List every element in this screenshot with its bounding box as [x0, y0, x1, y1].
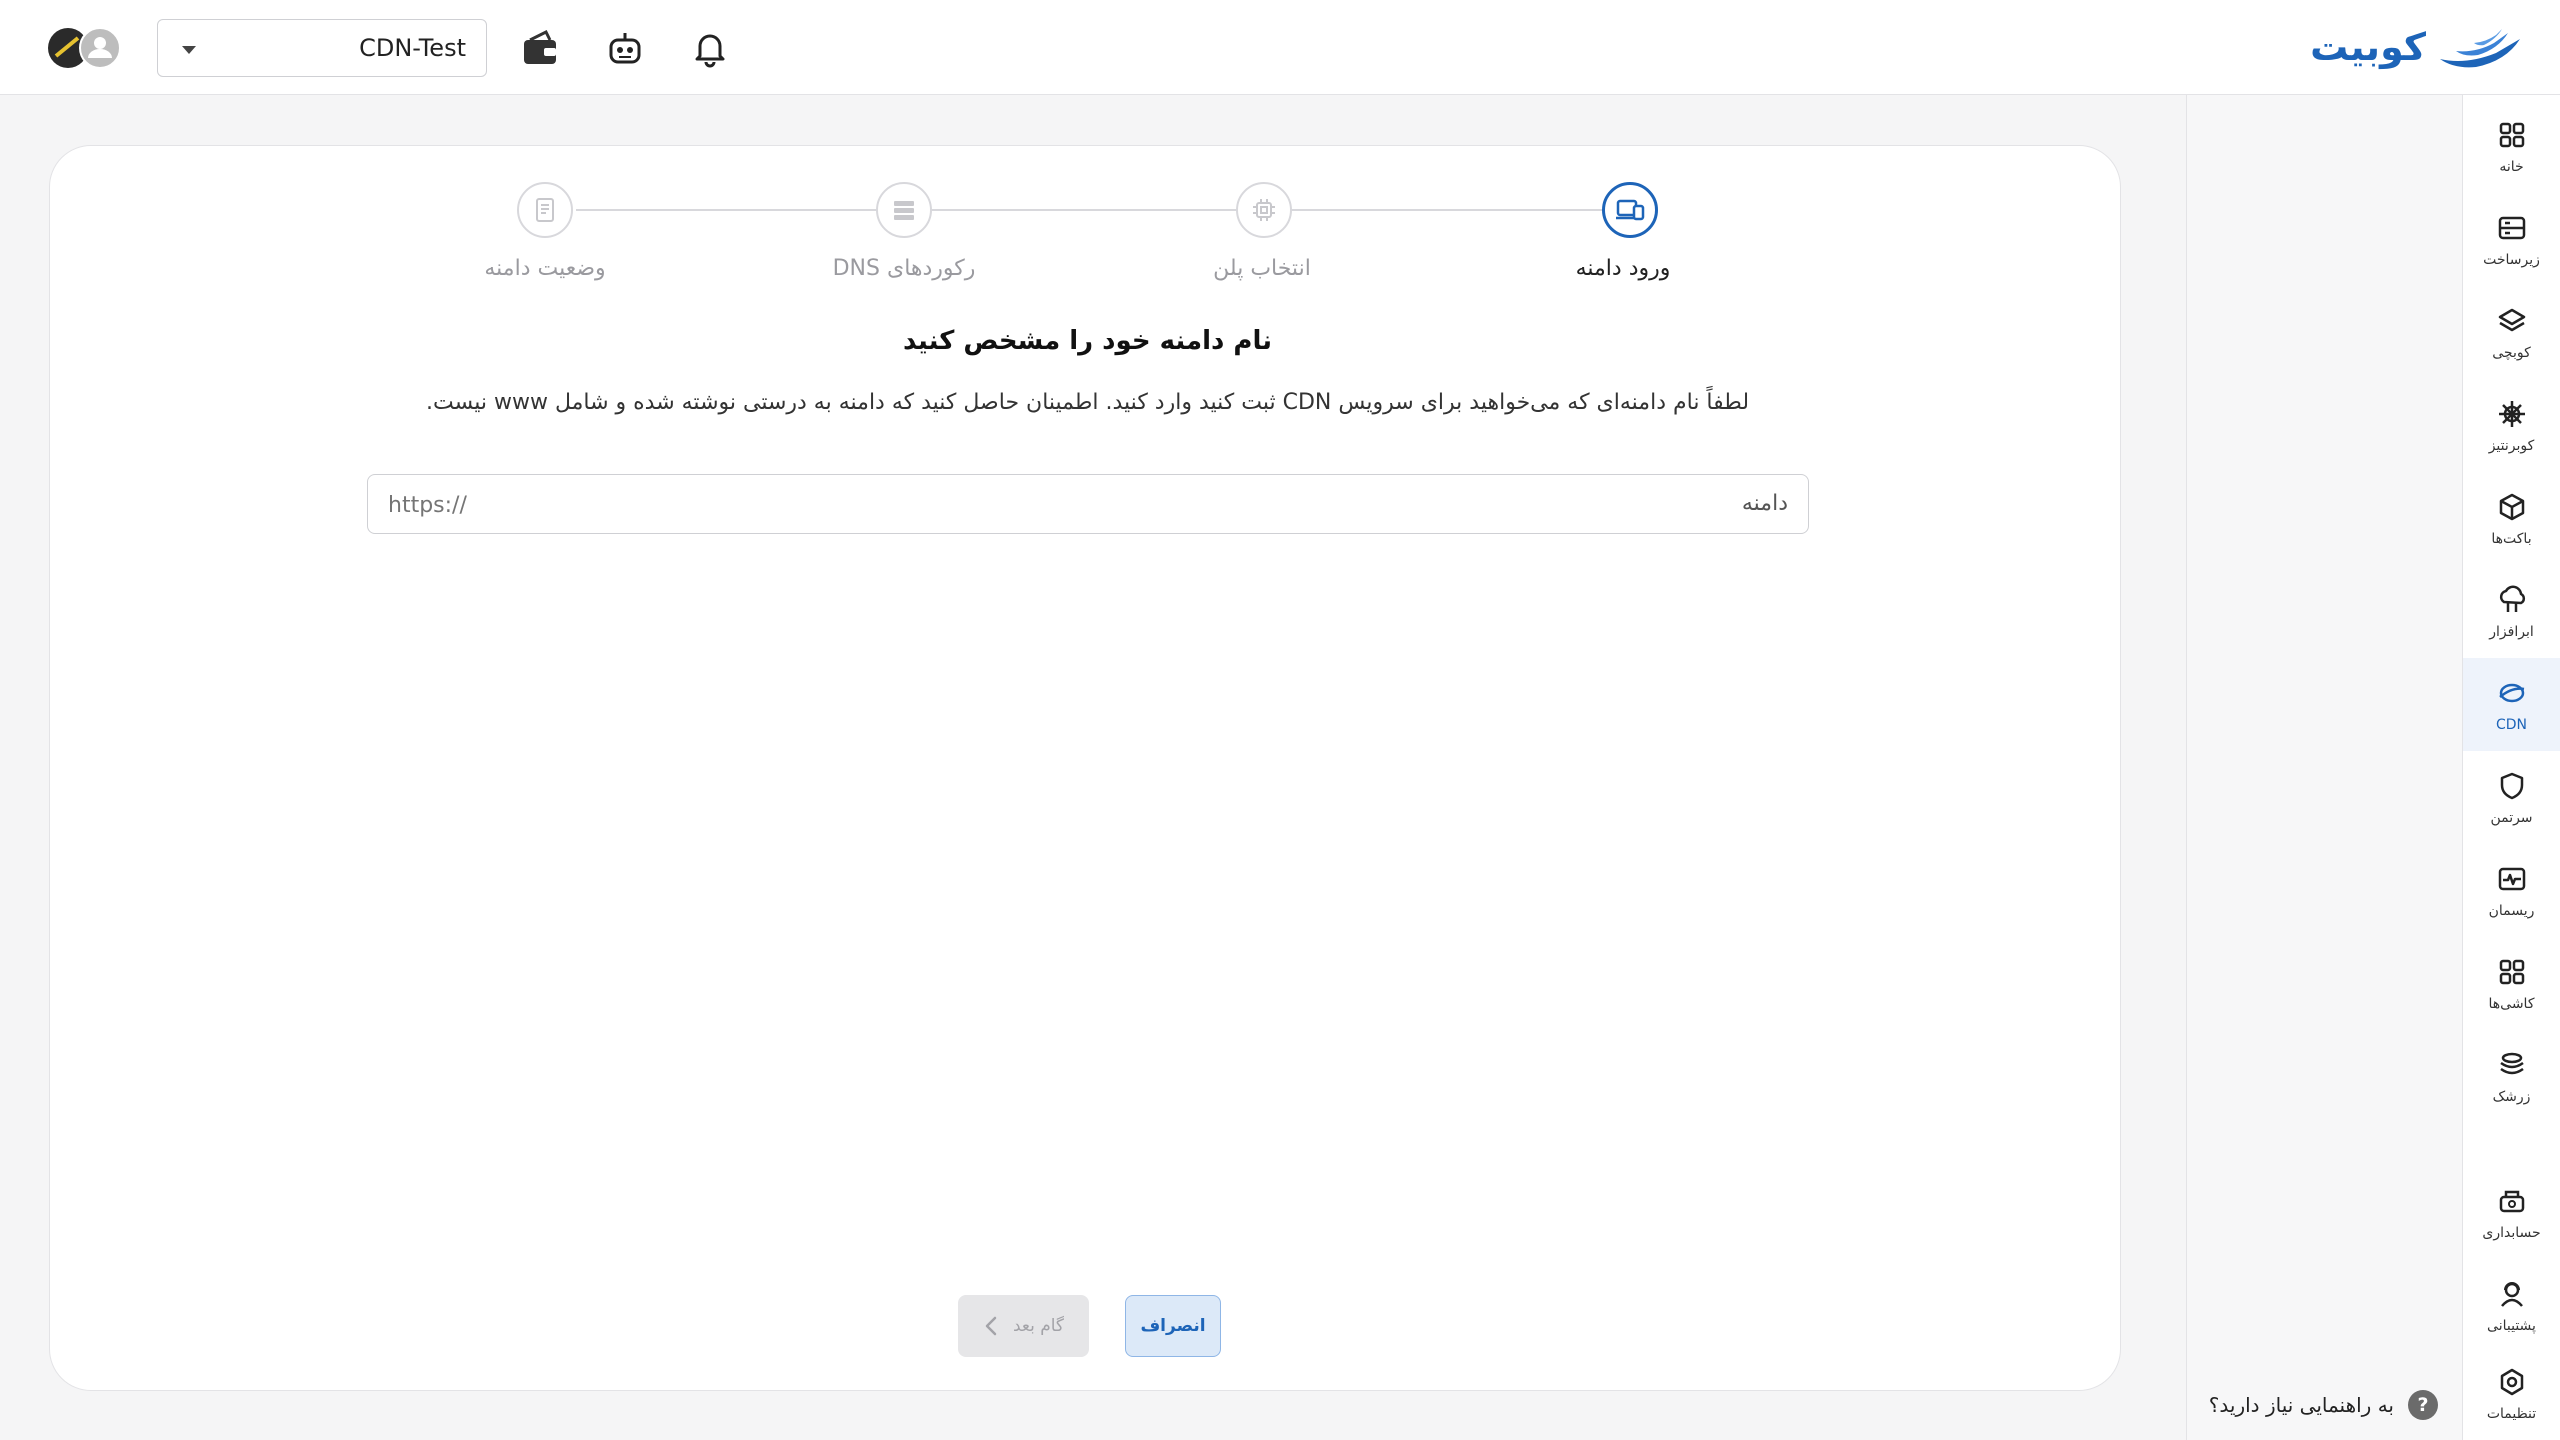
- sidebar-item-label: خانه: [2499, 158, 2524, 175]
- cancel-button[interactable]: انصراف: [1125, 1295, 1221, 1357]
- sidebar-item-label: کاشی‌ها: [2488, 995, 2535, 1012]
- settings-icon: [2500, 1368, 2523, 1395]
- chip-icon: [1253, 199, 1275, 221]
- domain-field[interactable]: دامنه: [367, 474, 1809, 534]
- records-icon: [894, 201, 914, 220]
- bell-icon[interactable]: [690, 28, 730, 68]
- stepper-line: [576, 209, 1630, 211]
- avatar-icon: [48, 27, 121, 69]
- devices-icon: [1616, 199, 1645, 221]
- sidebar-item-label: زیرساخت: [2483, 251, 2540, 268]
- box-icon: [2499, 493, 2524, 520]
- step-1-label: ورود دامنه: [1575, 256, 1671, 281]
- sidebar-item-home[interactable]: خانه: [2463, 100, 2560, 193]
- sidebar-item-label: زرشک: [2492, 1088, 2531, 1105]
- page-title: نام دامنه خود را مشخص کنید: [903, 326, 1272, 356]
- top-bar: کوبیت CDN-Test: [0, 0, 2560, 95]
- step-3-indicator: [876, 182, 932, 238]
- server-icon: [2498, 216, 2525, 239]
- sidebar-item-risman[interactable]: ریسمان: [2463, 844, 2560, 937]
- question-icon: ?: [2408, 1390, 2438, 1420]
- robot-icon[interactable]: [605, 28, 645, 68]
- domain-input[interactable]: [386, 485, 1590, 525]
- wallet-icon[interactable]: [520, 28, 560, 68]
- help-link[interactable]: ? به راهنمایی نیاز دارید؟: [2209, 1390, 2438, 1420]
- cloud-app-icon: [2499, 585, 2525, 612]
- step-1-indicator: [1602, 182, 1658, 238]
- sidebar-item-label: باکت‌ها: [2491, 530, 2532, 547]
- sidebar-item-label: تنظیمات: [2486, 1405, 2537, 1422]
- sidebar-item-support[interactable]: پشتیبانی: [2463, 1259, 2560, 1352]
- sidebar-item-settings[interactable]: تنظیمات: [2463, 1347, 2560, 1440]
- sidebar-item-cdn[interactable]: CDN: [2463, 658, 2560, 751]
- step-2-label: انتخاب پلن: [1213, 256, 1311, 281]
- document-icon: [536, 198, 554, 222]
- globe-icon: [2498, 683, 2524, 702]
- avatar[interactable]: [48, 26, 122, 70]
- sidebar-item-label: کوبچی: [2492, 344, 2531, 361]
- stack-icon: [2499, 1052, 2524, 1074]
- sidebar-item-sartaman[interactable]: سرتمن: [2463, 751, 2560, 844]
- sidebar-item-label: CDN: [2495, 716, 2528, 733]
- shield-icon: [2500, 772, 2523, 799]
- next-step-button[interactable]: گام بعد: [958, 1295, 1089, 1357]
- helm-icon: [2498, 400, 2525, 427]
- brand-name: کوبیت: [2310, 25, 2426, 69]
- chevron-down-icon: [182, 46, 196, 54]
- step-4-indicator: [517, 182, 573, 238]
- pulse-icon: [2498, 867, 2525, 890]
- next-step-label: گام بعد: [1012, 1316, 1065, 1336]
- sidebar-item-kubernetes[interactable]: کوبرنتیز: [2463, 379, 2560, 472]
- sidebar-item-label: سرتمن: [2490, 809, 2533, 826]
- help-panel: ? به راهنمایی نیاز دارید؟: [2186, 95, 2462, 1440]
- accounting-icon: [2499, 1190, 2524, 1212]
- chevron-left-icon: [985, 1316, 997, 1336]
- step-3-label: رکوردهای DNS: [832, 256, 976, 281]
- step-2-indicator: [1236, 182, 1292, 238]
- sidebar-item-kubchi[interactable]: کوبچی: [2463, 286, 2560, 379]
- sidebar-item-cloud-app[interactable]: ابرافزار: [2463, 565, 2560, 658]
- sidebar-item-label: حسابداری: [2482, 1224, 2541, 1241]
- sidebar-item-infrastructure[interactable]: زیرساخت: [2463, 193, 2560, 286]
- sidebar: خانه زیرساخت کوبچی کوبرنتیز باکت‌ها ابرا…: [2462, 95, 2560, 1440]
- help-text: به راهنمایی نیاز دارید؟: [2208, 1393, 2394, 1417]
- layers-icon: [2498, 308, 2525, 331]
- sidebar-item-label: کوبرنتیز: [2488, 437, 2535, 454]
- project-select[interactable]: CDN-Test: [157, 19, 487, 77]
- page-description: لطفاً نام دامنه‌ای که می‌خواهید برای سرو…: [425, 390, 1750, 415]
- sidebar-item-accounting[interactable]: حسابداری: [2463, 1166, 2560, 1259]
- sidebar-item-label: ابرافزار: [2489, 623, 2534, 640]
- cancel-button-label: انصراف: [1140, 1316, 1206, 1336]
- sidebar-item-tiles[interactable]: کاشی‌ها: [2463, 937, 2560, 1030]
- sidebar-item-zereshk[interactable]: زرشک: [2463, 1030, 2560, 1123]
- domain-field-label: دامنه: [1741, 491, 1788, 516]
- tiles-icon: [2499, 959, 2524, 984]
- sidebar-item-buckets[interactable]: باکت‌ها: [2463, 472, 2560, 565]
- brand-logo[interactable]: کوبیت: [2310, 22, 2522, 72]
- support-icon: [2500, 1281, 2523, 1307]
- project-select-value: CDN-Test: [359, 34, 466, 62]
- ship-logo-icon: [2440, 29, 2520, 68]
- step-4-label: وضعیت دامنه: [484, 256, 606, 281]
- grid-icon: [2499, 122, 2524, 147]
- sidebar-item-label: پشتیبانی: [2487, 1317, 2536, 1334]
- sidebar-item-label: ریسمان: [2488, 902, 2535, 919]
